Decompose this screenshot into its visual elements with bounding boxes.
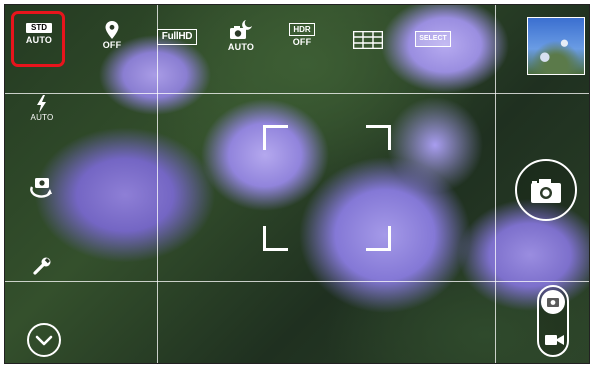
grid-icon [353,31,383,49]
settings-button[interactable] [27,255,57,277]
hdr-button[interactable]: HDR OFF [287,23,317,47]
location-label: OFF [102,40,122,50]
resolution-button[interactable]: FullHD [157,29,197,45]
photo-camera-icon [547,298,559,307]
focus-corner-bottom-right [366,226,391,251]
grid-line-vertical-2 [495,5,496,363]
gallery-thumbnail[interactable] [527,17,585,75]
night-mode-button[interactable]: AUTO [225,19,257,52]
focus-corner-top-left [263,125,288,150]
grid-line-horizontal-1 [5,93,589,94]
menu-chevron-icon [35,335,53,346]
camera-switch-icon [30,178,52,198]
grid-line-horizontal-2 [5,281,589,282]
camera-viewfinder[interactable]: STD AUTO OFF FullHD AUTO HDR OFF SELECT … [4,4,590,364]
night-mode-icon [230,20,252,39]
location-pin-icon [105,21,119,39]
shutter-button[interactable] [515,159,577,221]
night-mode-label: AUTO [227,42,255,52]
focus-corner-top-right [366,125,391,150]
video-camera-icon [545,335,564,345]
location-button[interactable]: OFF [97,21,127,50]
flash-auto-icon [37,95,46,113]
shutter-camera-icon [531,179,561,203]
photo-video-toggle[interactable] [537,285,569,357]
resolution-fullhd-icon: FullHD [157,29,197,45]
hdr-label: OFF [292,37,312,47]
hdr-icon: HDR [289,23,315,36]
focus-corner-bottom-left [263,226,288,251]
photo-mode-knob[interactable] [541,290,565,314]
grid-line-vertical-1 [157,5,158,363]
select-button[interactable]: SELECT [415,31,451,47]
flash-button[interactable]: AUTO [25,95,59,122]
camera-switch-button[interactable] [27,175,57,199]
focus-frame [263,125,391,251]
settings-wrench-icon [33,257,51,275]
scene-std-auto-icon: STD [26,23,52,33]
select-icon: SELECT [415,31,451,47]
menu-button[interactable] [27,323,61,357]
scene-mode-button[interactable]: STD AUTO [21,23,57,45]
scene-mode-label: AUTO [25,35,53,45]
grid-button[interactable] [351,31,385,49]
flash-label: AUTO [30,113,54,122]
